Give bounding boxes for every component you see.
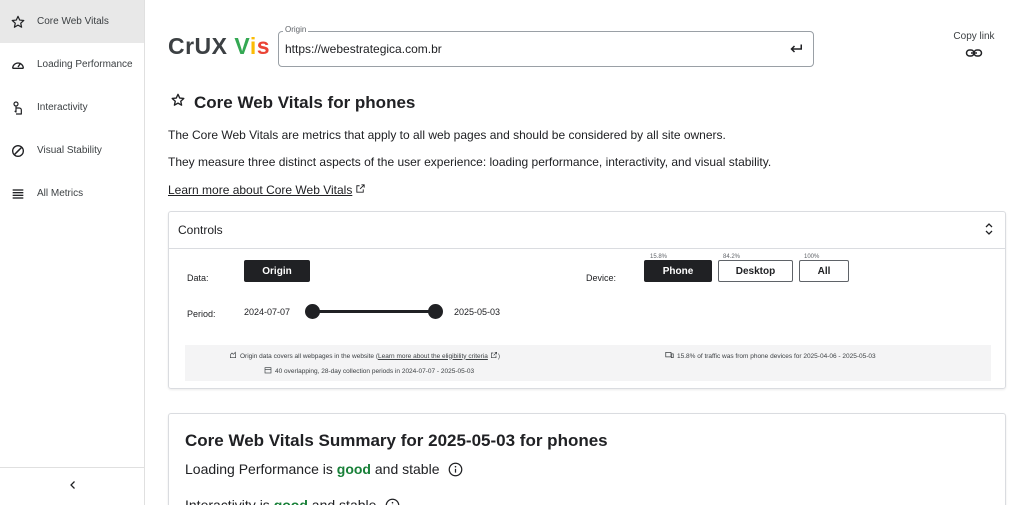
copy-link-button[interactable]: Copy link: [948, 31, 1000, 60]
sidebar-item-interactivity[interactable]: Interactivity: [0, 86, 144, 129]
origin-coverage-info: Origin data covers all webpages in the w…: [229, 351, 500, 361]
summary-row-prefix: Interactivity is: [185, 497, 274, 505]
period-end-handle[interactable]: [428, 304, 443, 319]
sidebar-item-loading-performance[interactable]: Loading Performance: [0, 43, 144, 86]
origin-data-button[interactable]: Origin: [244, 260, 310, 282]
info-icon[interactable]: [448, 462, 463, 477]
period-start-handle[interactable]: [305, 304, 320, 319]
app-logo: CrUX Vis: [168, 33, 270, 60]
sidebar-item-visual-stability[interactable]: Visual Stability: [0, 129, 144, 172]
expand-collapse-icon: [983, 221, 995, 240]
summary-row-status: good: [336, 461, 371, 477]
page-title-text: Core Web Vitals for phones: [194, 92, 416, 112]
page-title: Core Web Vitals for phones: [170, 92, 415, 113]
collection-periods-info: 40 overlapping, 28-day collection period…: [264, 366, 474, 376]
summary-row-interactivity: Interactivity is good and stable: [185, 497, 400, 505]
touch-icon: [10, 100, 26, 116]
intro-paragraph-2: They measure three distinct aspects of t…: [168, 155, 772, 169]
sidebar-item-label: Interactivity: [37, 102, 88, 113]
summary-card: Core Web Vitals Summary for 2025-05-03 f…: [168, 413, 1006, 505]
logo-text-crux: CrUX: [168, 33, 235, 59]
star-outline-icon: [170, 92, 194, 113]
list-icon: [10, 186, 26, 202]
star-outline-icon: [10, 14, 26, 30]
eligibility-criteria-link[interactable]: Learn more about the eligibility criteri…: [378, 353, 488, 360]
speedometer-icon: [10, 57, 26, 73]
origin-coverage-end: ): [497, 352, 501, 360]
device-label: Device:: [586, 273, 617, 283]
learn-more-label: Learn more about Core Web Vitals: [168, 183, 353, 197]
logo-letter-i: i: [249, 33, 257, 59]
sidebar-item-label: All Metrics: [37, 188, 84, 199]
period-start-date: 2024-07-07: [244, 307, 291, 317]
data-label: Data:: [187, 273, 209, 283]
sidebar-item-label: Core Web Vitals: [37, 16, 109, 27]
all-percentage: 100%: [803, 254, 821, 260]
desktop-percentage: 84.2%: [722, 254, 742, 260]
origin-field: Origin: [278, 25, 814, 67]
origin-input[interactable]: [285, 40, 775, 58]
chevron-left-icon: [67, 478, 79, 496]
traffic-share-info: 15.8% of traffic was from phone devices …: [665, 351, 876, 361]
controls-title: Controls: [178, 223, 223, 237]
device-phone-button[interactable]: Phone: [644, 260, 712, 282]
traffic-share-text: 15.8% of traffic was from phone devices …: [677, 352, 876, 360]
crux-vis-app: Core Web Vitals Loading Performance Inte…: [0, 0, 1024, 505]
summary-row-loading: Loading Performance is good and stable: [185, 461, 463, 477]
collection-periods-text: 40 overlapping, 28-day collection period…: [275, 367, 475, 375]
period-label: Period:: [187, 309, 216, 319]
device-all-button[interactable]: All: [799, 260, 849, 282]
intro-paragraph-1: The Core Web Vitals are metrics that app…: [168, 128, 726, 142]
sidebar-item-core-web-vitals[interactable]: Core Web Vitals: [0, 0, 144, 43]
link-icon: [948, 46, 1000, 60]
stability-icon: [10, 143, 26, 159]
devices-icon: [665, 351, 677, 361]
logo-letter-s: s: [256, 33, 271, 59]
controls-header[interactable]: Controls: [169, 212, 1005, 249]
sidebar-item-all-metrics[interactable]: All Metrics: [0, 172, 144, 215]
summary-row-status: good: [273, 497, 308, 505]
device-desktop-button[interactable]: Desktop: [718, 260, 793, 282]
sidebar-item-label: Visual Stability: [37, 145, 102, 156]
sidebar: Core Web Vitals Loading Performance Inte…: [0, 0, 145, 505]
calendar-icon: [264, 366, 275, 376]
logo-letter-v: V: [234, 33, 250, 59]
phone-percentage: 15.8%: [649, 254, 669, 260]
origin-coverage-text: Origin data covers all webpages in the w…: [240, 352, 379, 360]
period-end-date: 2025-05-03: [454, 307, 501, 317]
external-link-icon: [488, 351, 498, 361]
learn-more-link[interactable]: Learn more about Core Web Vitals: [168, 183, 366, 197]
summary-row-prefix: Loading Performance is: [185, 461, 337, 477]
period-slider-track[interactable]: [313, 310, 435, 313]
sidebar-item-label: Loading Performance: [37, 59, 133, 70]
summary-row-suffix: and stable: [307, 497, 377, 505]
summary-row-suffix: and stable: [370, 461, 440, 477]
collapse-sidebar-button[interactable]: [0, 467, 145, 505]
external-link-icon: [352, 183, 366, 197]
origin-label: Origin: [283, 25, 309, 34]
copy-link-label: Copy link: [953, 31, 995, 42]
info-icon[interactable]: [385, 498, 400, 505]
summary-title: Core Web Vitals Summary for 2025-05-03 f…: [185, 431, 608, 450]
coverage-icon: [229, 351, 240, 361]
enter-icon[interactable]: [787, 40, 805, 58]
